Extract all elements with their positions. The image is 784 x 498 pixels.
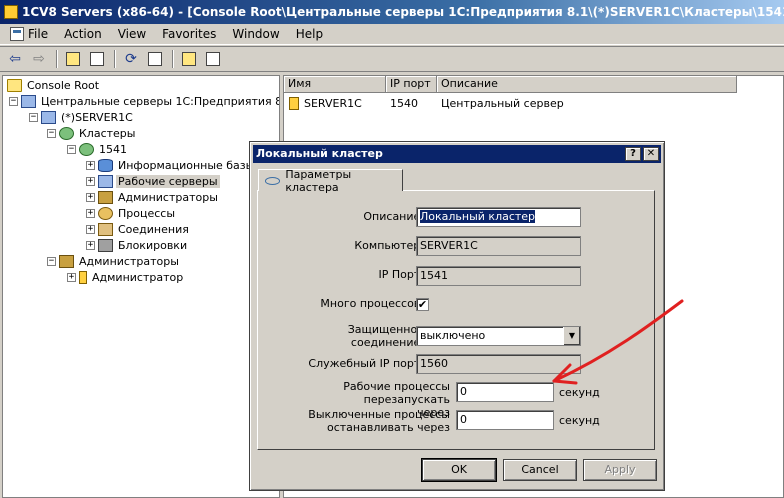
tree-item-cluster-1541[interactable]: − 1541 (67, 141, 129, 157)
dialog-help-button[interactable]: ? (625, 147, 641, 161)
expand-icon[interactable]: + (67, 272, 76, 282)
menu-file[interactable]: File (2, 25, 56, 43)
collapse-icon[interactable]: − (67, 144, 76, 154)
menu-help[interactable]: Help (288, 25, 331, 43)
console-icon (10, 27, 24, 41)
toolbar-separator (172, 50, 174, 68)
menu-favorites[interactable]: Favorites (154, 25, 224, 43)
cell-name: SERVER1C (304, 96, 362, 110)
cancel-button[interactable]: Cancel (503, 459, 577, 481)
expand-icon[interactable]: + (86, 160, 95, 170)
ip-port-label: IP Порт: (378, 268, 424, 281)
tree-item-locks[interactable]: + Блокировки (86, 237, 189, 253)
window-title-bar[interactable]: 1CV8 Servers (x86-64) - [Console Root\Це… (0, 0, 784, 24)
processes-icon (98, 206, 113, 220)
tree-item-infobases[interactable]: + Информационные базы (86, 157, 256, 173)
secure-connection-label: Защищенное соединение: (347, 323, 424, 349)
lock-icon (98, 238, 113, 252)
tree-item-central-servers[interactable]: − Центральные серверы 1С:Предприятия 8.1 (9, 93, 279, 109)
app-icon (4, 5, 18, 19)
up-folder-icon[interactable] (62, 49, 84, 69)
expand-icon[interactable]: + (86, 224, 95, 234)
forward-arrow-icon[interactable]: ⇨ (28, 49, 50, 69)
stop-interval-label: Выключенные процессы останавливать через (308, 408, 450, 434)
properties-icon[interactable] (202, 49, 224, 69)
refresh-icon[interactable]: ⟳ (120, 49, 142, 69)
administrators-icon (59, 254, 74, 268)
list-header: Имя IP порт Описание (284, 76, 737, 93)
service-port-field: 1560 (416, 354, 581, 374)
dialog-title: Локальный кластер (256, 147, 383, 160)
secure-connection-select[interactable]: выключено ▼ (416, 326, 581, 346)
restart-interval-input[interactable]: 0 (456, 382, 554, 402)
folder-icon (7, 78, 22, 92)
cell-port: 1540 (390, 96, 418, 110)
ok-button[interactable]: OK (421, 458, 497, 482)
server-key-icon (289, 96, 299, 110)
connections-icon (98, 222, 113, 236)
multi-process-checkbox[interactable]: ✔ (416, 298, 429, 311)
tree-item-server[interactable]: − (*)SERVER1C (29, 109, 135, 125)
export-list-icon[interactable] (144, 49, 166, 69)
administrators-icon (98, 190, 113, 204)
servers-icon (21, 94, 36, 108)
dialog-close-button[interactable]: ✕ (643, 147, 659, 161)
expand-icon[interactable]: + (86, 192, 95, 202)
menu-view[interactable]: View (110, 25, 154, 43)
server-icon (41, 110, 56, 124)
computer-field: SERVER1C (416, 236, 581, 256)
column-header-description[interactable]: Описание (437, 76, 737, 93)
tree-item-cluster-admins[interactable]: + Администраторы (86, 189, 220, 205)
menu-bar: File Action View Favorites Window Help (0, 24, 784, 45)
cluster-icon (79, 142, 94, 156)
cluster-properties-dialog: Локальный кластер ? ✕ Параметры кластера… (249, 141, 665, 491)
tree-item-connections[interactable]: + Соединения (86, 221, 191, 237)
apply-button[interactable]: Apply (583, 459, 657, 481)
window-title: 1CV8 Servers (x86-64) - [Console Root\Це… (22, 5, 784, 19)
tree-item-clusters[interactable]: − Кластеры (47, 125, 137, 141)
parameters-icon (265, 176, 281, 185)
ip-port-field: 1541 (416, 266, 581, 286)
clusters-icon (59, 126, 74, 140)
description-label: Описание: (363, 210, 424, 223)
cell-description: Центральный сервер (441, 96, 564, 110)
collapse-icon[interactable]: − (29, 112, 38, 122)
toolbar-separator (114, 50, 116, 68)
tree-item-processes[interactable]: + Процессы (86, 205, 177, 221)
service-port-label: Служебный IP порт: (308, 357, 424, 370)
dialog-title-bar[interactable]: Локальный кластер ? ✕ (253, 145, 661, 163)
column-header-port[interactable]: IP порт (386, 76, 437, 93)
tree-item-work-servers[interactable]: + Рабочие серверы (86, 173, 220, 189)
back-arrow-icon[interactable]: ⇦ (4, 49, 26, 69)
expand-icon[interactable]: + (86, 208, 95, 218)
restart-unit-label: секунд (559, 386, 600, 399)
collapse-icon[interactable]: − (47, 256, 56, 266)
work-server-icon (98, 174, 113, 188)
expand-icon[interactable]: + (86, 240, 95, 250)
key-icon (79, 270, 87, 284)
chevron-down-icon[interactable]: ▼ (563, 327, 580, 345)
stop-interval-input[interactable]: 0 (456, 410, 554, 430)
toolbar-separator (56, 50, 58, 68)
expand-icon[interactable]: + (86, 176, 95, 186)
description-input[interactable]: Локальный кластер (416, 207, 581, 227)
menu-action[interactable]: Action (56, 25, 110, 43)
computer-label: Компьютер: (354, 239, 424, 252)
column-header-name[interactable]: Имя (284, 76, 386, 93)
tab-cluster-parameters[interactable]: Параметры кластера (258, 168, 403, 194)
menu-window[interactable]: Window (224, 25, 287, 43)
list-item[interactable]: SERVER1C 1540 Центральный сервер (284, 95, 637, 111)
toolbar: ⇦ ⇨ ⟳ (0, 46, 784, 72)
database-icon (98, 158, 113, 172)
show-tree-icon[interactable] (86, 49, 108, 69)
collapse-icon[interactable]: − (47, 128, 56, 138)
stop-unit-label: секунд (559, 414, 600, 427)
tree-item-administrator[interactable]: + Администратор (67, 269, 185, 285)
multi-process-label: Много процессов: (320, 297, 424, 310)
tree-item-console-root[interactable]: Console Root (7, 77, 101, 93)
console-tree[interactable]: Console Root − Центральные серверы 1С:Пр… (2, 75, 280, 498)
help-icon[interactable] (178, 49, 200, 69)
tree-item-server-admins[interactable]: − Администраторы (47, 253, 181, 269)
collapse-icon[interactable]: − (9, 96, 18, 106)
